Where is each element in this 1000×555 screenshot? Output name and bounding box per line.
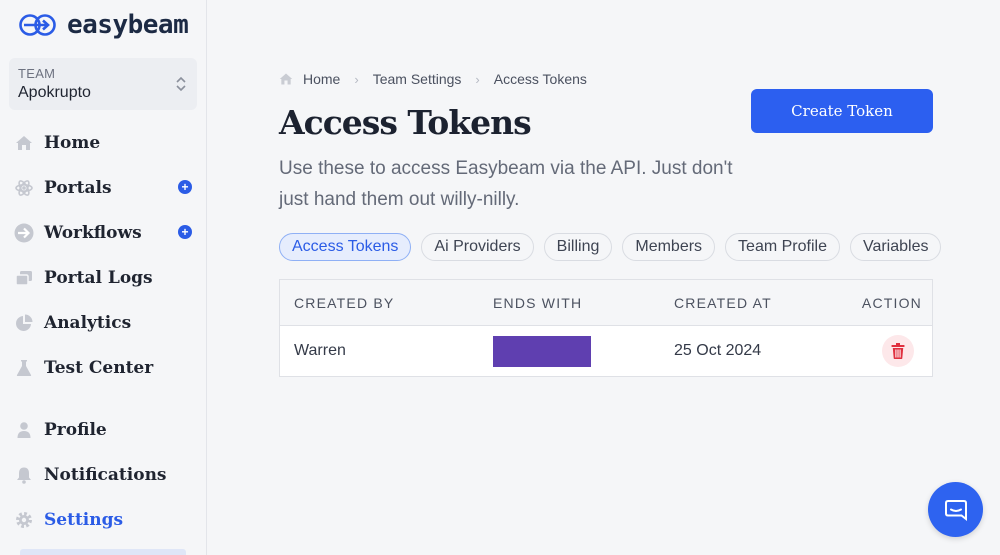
- tab-variables[interactable]: Variables: [849, 233, 942, 261]
- chevron-right-icon: ›: [475, 71, 480, 87]
- sidebar-item-home[interactable]: Home: [0, 120, 207, 165]
- column-header-created-by: CREATED BY: [294, 294, 395, 311]
- sidebar-item-label: Notifications: [44, 464, 167, 485]
- chevron-up-down-icon: [175, 75, 187, 95]
- logo[interactable]: easybeam: [18, 10, 189, 40]
- sidebar-item-settings[interactable]: Settings: [0, 497, 207, 542]
- chat-support-button[interactable]: [928, 482, 983, 537]
- breadcrumb-home[interactable]: Home: [303, 71, 340, 87]
- sidebar-item-profile[interactable]: Profile: [0, 407, 207, 452]
- sidebar-item-analytics[interactable]: Analytics: [0, 300, 207, 345]
- team-selector[interactable]: TEAM Apokrupto: [9, 58, 197, 110]
- chat-icon: [944, 499, 967, 521]
- flask-icon: [14, 358, 34, 378]
- sidebar-upgrade-bar: [20, 549, 186, 555]
- sidebar-item-label: Settings: [44, 509, 124, 530]
- sidebar-nav: Home Portals + Workflows + Portal Logs A…: [0, 120, 207, 542]
- column-header-created-at: CREATED AT: [674, 294, 772, 311]
- sidebar-item-test-center[interactable]: Test Center: [0, 345, 207, 390]
- column-header-ends-with: ENDS WITH: [493, 294, 583, 311]
- table-row: Warren 25 Oct 2024: [280, 326, 932, 376]
- user-icon: [14, 420, 34, 440]
- sidebar-item-label: Analytics: [44, 312, 132, 333]
- sidebar-item-label: Portal Logs: [44, 267, 153, 288]
- page-title: Access Tokens: [279, 103, 532, 142]
- team-name: Apokrupto: [18, 84, 91, 101]
- redacted-token-block: [493, 335, 591, 367]
- cell-action: [841, 335, 932, 367]
- sidebar-item-label: Portals: [44, 177, 112, 198]
- sidebar-item-label: Workflows: [44, 222, 142, 243]
- team-label: TEAM: [18, 66, 56, 81]
- gear-icon: [14, 510, 34, 530]
- cell-created-at: 25 Oct 2024: [674, 342, 762, 359]
- easybeam-logo-icon: [19, 14, 56, 36]
- breadcrumb-access-tokens: Access Tokens: [493, 71, 587, 87]
- tab-team-profile[interactable]: Team Profile: [725, 233, 840, 261]
- cell-created-by: Warren: [294, 342, 346, 359]
- sidebar: easybeam TEAM Apokrupto Home Portals + W…: [0, 0, 207, 555]
- arrow-circle-icon: [14, 223, 34, 243]
- sidebar-item-notifications[interactable]: Notifications: [0, 452, 207, 497]
- home-icon: [14, 133, 34, 153]
- breadcrumb: Home › Team Settings › Access Tokens: [279, 71, 587, 87]
- pie-chart-icon: [14, 313, 34, 333]
- tab-members[interactable]: Members: [622, 233, 716, 261]
- tab-ai-providers[interactable]: Ai Providers: [421, 233, 534, 261]
- cell-ends-with: [479, 335, 660, 367]
- sidebar-item-portal-logs[interactable]: Portal Logs: [0, 255, 207, 300]
- column-header-action: ACTION: [861, 294, 922, 311]
- tab-access-tokens[interactable]: Access Tokens: [279, 233, 412, 261]
- trash-icon: [891, 343, 905, 359]
- tab-billing[interactable]: Billing: [543, 233, 613, 261]
- windows-icon: [14, 268, 34, 288]
- sidebar-item-label: Home: [44, 132, 101, 153]
- sidebar-item-workflows[interactable]: Workflows +: [0, 210, 207, 255]
- table-header: CREATED BY ENDS WITH CREATED AT ACTION: [280, 280, 932, 326]
- bell-icon: [14, 465, 34, 485]
- sidebar-item-label: Profile: [44, 419, 107, 440]
- delete-token-button[interactable]: [882, 335, 914, 367]
- add-workflow-button[interactable]: +: [178, 225, 192, 239]
- home-icon[interactable]: [279, 72, 293, 86]
- app-name: easybeam: [67, 10, 189, 40]
- tokens-table: CREATED BY ENDS WITH CREATED AT ACTION W…: [279, 279, 933, 377]
- breadcrumb-team-settings[interactable]: Team Settings: [373, 71, 462, 87]
- sidebar-item-label: Test Center: [44, 357, 154, 378]
- chevron-right-icon: ›: [354, 71, 359, 87]
- atom-icon: [14, 178, 34, 198]
- page-description: Use these to access Easybeam via the API…: [279, 158, 733, 210]
- sidebar-item-portals[interactable]: Portals +: [0, 165, 207, 210]
- add-portal-button[interactable]: +: [178, 180, 192, 194]
- create-token-button[interactable]: Create Token: [751, 89, 933, 133]
- settings-tabs: Access Tokens Ai Providers Billing Membe…: [279, 233, 951, 261]
